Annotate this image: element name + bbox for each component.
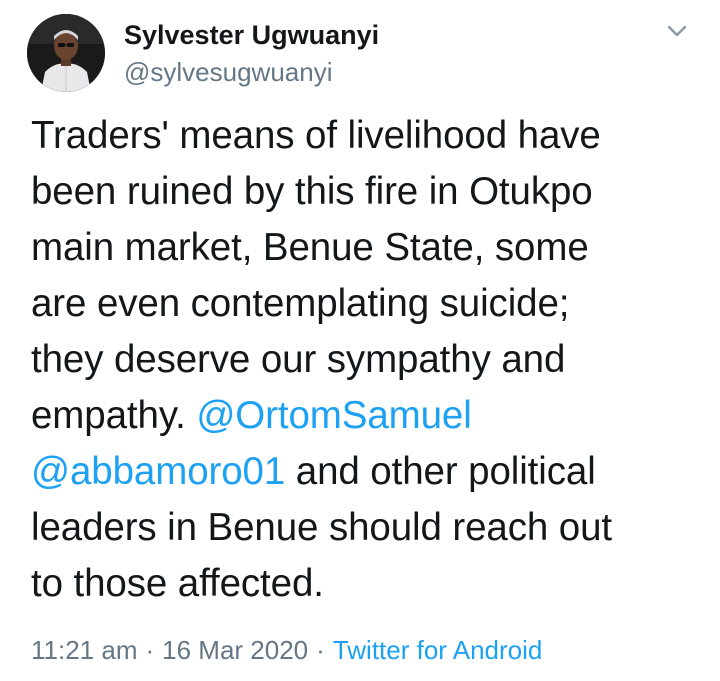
avatar[interactable] — [27, 14, 105, 92]
chevron-down-icon[interactable] — [664, 22, 690, 42]
tweet-line: leaders in Benue should reach out — [31, 506, 613, 549]
display-name[interactable]: Sylvester Ugwuanyi — [124, 18, 379, 52]
tweet-card: Sylvester Ugwuanyi @sylvesugwuanyi Trade… — [0, 0, 720, 681]
tweet-line: main market, Benue State, some — [31, 226, 589, 269]
mention-link-abbamoro01[interactable]: @abbamoro01 — [31, 450, 285, 493]
tweet-meta: 11:21 am · 16 Mar 2020 · Twitter for Android — [31, 632, 542, 668]
tweet-text: Traders' means of livelihood have been r… — [31, 108, 701, 612]
tweet-line: @abbamoro01 and other political — [31, 450, 596, 493]
user-handle[interactable]: @sylvesugwuanyi — [124, 55, 379, 89]
tweet-source-link[interactable]: Twitter for Android — [333, 635, 543, 665]
tweet-line: empathy. @OrtomSamuel — [31, 394, 472, 437]
tweet-line: to those affected. — [31, 562, 324, 605]
tweet-time[interactable]: 11:21 am — [31, 635, 137, 665]
mention-link-ortomsamuel[interactable]: @OrtomSamuel — [196, 394, 471, 437]
tweet-line: been ruined by this fire in Otukpo — [31, 170, 593, 213]
meta-separator: · — [316, 635, 325, 665]
tweet-header: Sylvester Ugwuanyi @sylvesugwuanyi — [124, 18, 379, 89]
meta-separator: · — [145, 635, 155, 665]
tweet-line: Traders' means of livelihood have — [31, 114, 601, 157]
tweet-line: they deserve our sympathy and — [31, 338, 566, 381]
tweet-date[interactable]: 16 Mar 2020 — [162, 635, 308, 665]
tweet-line: are even contemplating suicide; — [31, 282, 570, 325]
